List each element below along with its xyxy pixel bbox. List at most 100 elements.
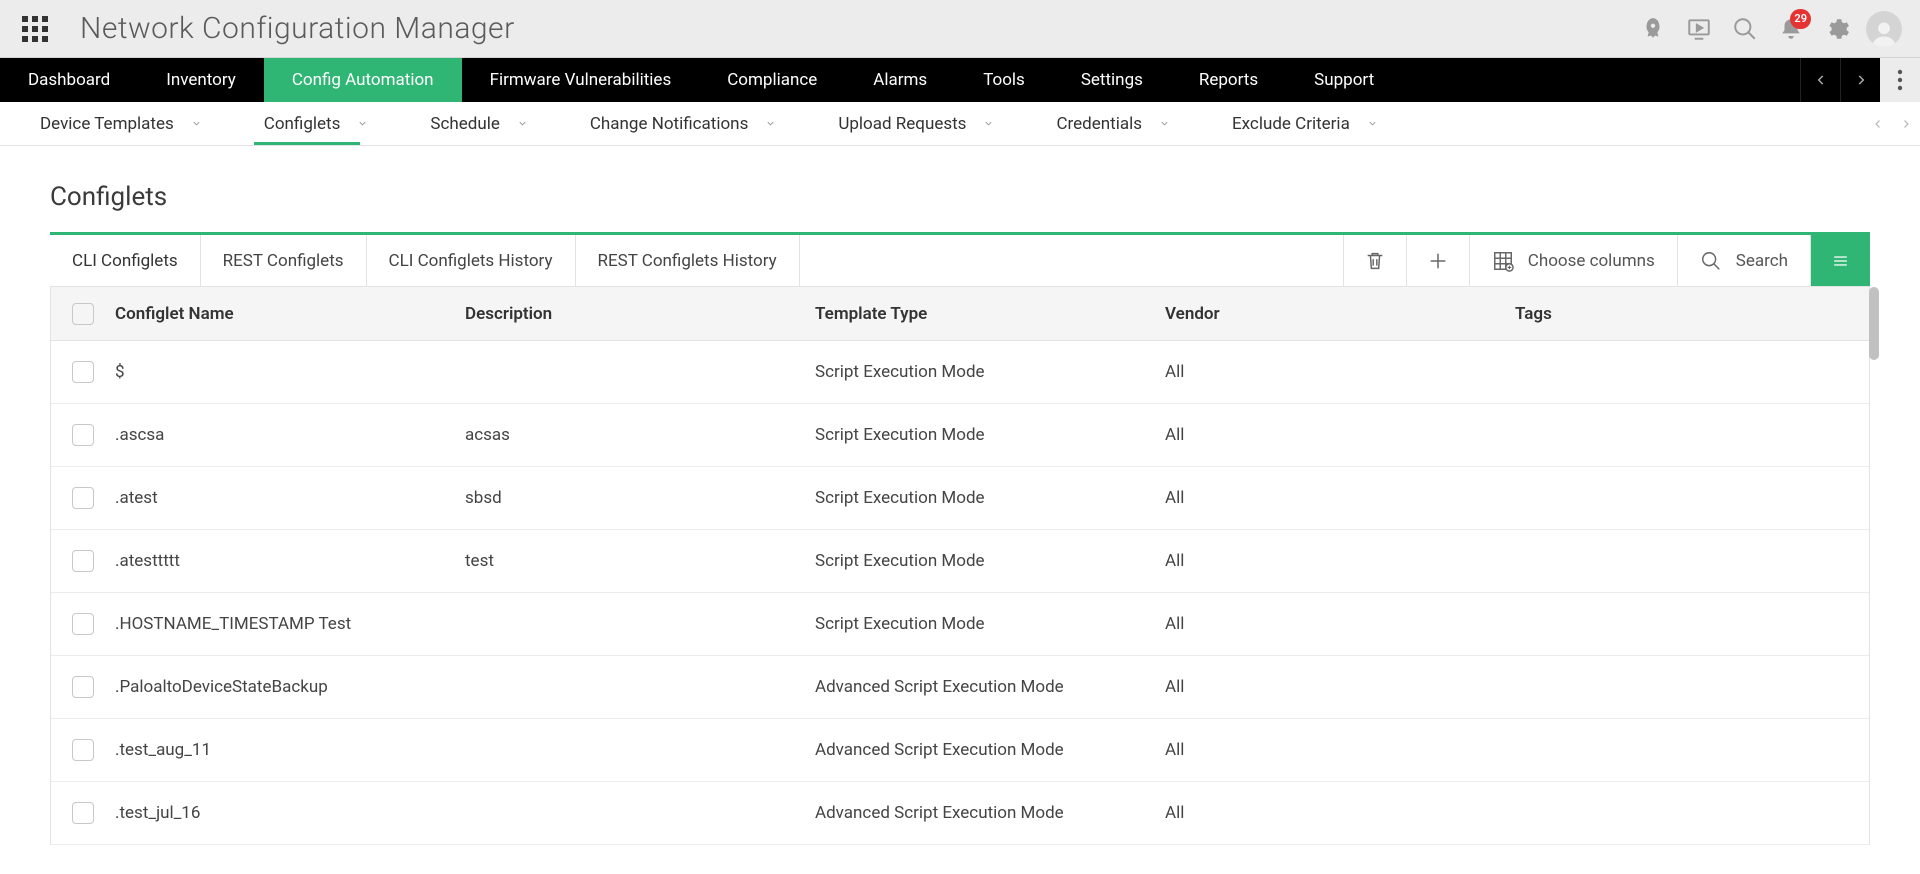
search-label: Search: [1736, 251, 1788, 271]
tab-rest-configlets-history[interactable]: REST Configlets History: [576, 235, 799, 286]
column-vendor[interactable]: Vendor: [1165, 304, 1515, 324]
nav-config-automation[interactable]: Config Automation: [264, 58, 462, 102]
cell-template-type: Script Execution Mode: [815, 362, 1165, 382]
scrollbar-thumb[interactable]: [1869, 287, 1879, 360]
cell-name: .test_jul_16: [115, 803, 465, 823]
main-nav: DashboardInventoryConfig AutomationFirmw…: [0, 58, 1920, 102]
nav-reports[interactable]: Reports: [1171, 58, 1286, 102]
cell-name: $: [115, 362, 465, 382]
cell-description: acsas: [465, 425, 815, 445]
content: Configlets CLI ConfigletsREST Configlets…: [0, 146, 1920, 845]
nav-compliance[interactable]: Compliance: [699, 58, 845, 102]
chevron-down-icon: [983, 114, 994, 134]
app-title: Network Configuration Manager: [80, 11, 515, 46]
menu-toggle-button[interactable]: [1810, 235, 1870, 286]
nav-settings[interactable]: Settings: [1053, 58, 1171, 102]
select-all-checkbox[interactable]: [72, 303, 94, 325]
cell-template-type: Script Execution Mode: [815, 488, 1165, 508]
avatar[interactable]: [1866, 11, 1902, 47]
table-row[interactable]: .test_jul_16Advanced Script Execution Mo…: [51, 782, 1869, 845]
row-checkbox[interactable]: [72, 424, 94, 446]
cell-name: .test_aug_11: [115, 740, 465, 760]
cell-vendor: All: [1165, 488, 1515, 508]
add-button[interactable]: [1406, 235, 1469, 286]
row-checkbox[interactable]: [72, 550, 94, 572]
row-checkbox[interactable]: [72, 676, 94, 698]
subnav-credentials[interactable]: Credentials: [1016, 102, 1192, 145]
column-template-type[interactable]: Template Type: [815, 304, 1165, 324]
cell-description: test: [465, 551, 815, 571]
subnav-device-templates[interactable]: Device Templates: [0, 102, 224, 145]
row-checkbox[interactable]: [72, 739, 94, 761]
nav-more-icon[interactable]: [1880, 58, 1920, 102]
subnav-configlets[interactable]: Configlets: [224, 102, 391, 145]
table-row[interactable]: .atestsbsdScript Execution ModeAll: [51, 467, 1869, 530]
subnav-scroll-left[interactable]: [1864, 102, 1892, 146]
delete-button[interactable]: [1343, 235, 1406, 286]
page-title: Configlets: [50, 182, 1870, 212]
cell-vendor: All: [1165, 677, 1515, 697]
row-checkbox[interactable]: [72, 361, 94, 383]
nav-alarms[interactable]: Alarms: [845, 58, 955, 102]
table-row[interactable]: $ Script Execution ModeAll: [51, 341, 1869, 404]
subnav-change-notifications[interactable]: Change Notifications: [550, 102, 798, 145]
nav-tools[interactable]: Tools: [955, 58, 1053, 102]
nav-scroll-right[interactable]: [1840, 58, 1880, 102]
search-button[interactable]: Search: [1677, 235, 1810, 286]
choose-columns-label: Choose columns: [1528, 251, 1655, 271]
subnav-scroll-right[interactable]: [1892, 102, 1920, 146]
nav-support[interactable]: Support: [1286, 58, 1402, 102]
tab-cli-configlets-history[interactable]: CLI Configlets History: [367, 235, 576, 286]
cell-vendor: All: [1165, 803, 1515, 823]
rocket-icon[interactable]: [1630, 6, 1676, 52]
cell-template-type: Script Execution Mode: [815, 614, 1165, 634]
monitor-play-icon[interactable]: [1676, 6, 1722, 52]
chevron-down-icon: [191, 114, 202, 134]
table-row[interactable]: .HOSTNAME_TIMESTAMP Test Script Execution…: [51, 593, 1869, 656]
table-row[interactable]: .atesttttttestScript Execution ModeAll: [51, 530, 1869, 593]
search-icon[interactable]: [1722, 6, 1768, 52]
table-row[interactable]: .ascsaacsasScript Execution ModeAll: [51, 404, 1869, 467]
nav-firmware-vulnerabilities[interactable]: Firmware Vulnerabilities: [462, 58, 700, 102]
row-checkbox[interactable]: [72, 487, 94, 509]
column-description[interactable]: Description: [465, 304, 815, 324]
chevron-down-icon: [765, 114, 776, 134]
table-row[interactable]: .test_aug_11Advanced Script Execution Mo…: [51, 719, 1869, 782]
row-checkbox[interactable]: [72, 613, 94, 635]
cell-vendor: All: [1165, 614, 1515, 634]
apps-grid-icon[interactable]: [22, 16, 48, 42]
bell-icon[interactable]: 29: [1768, 6, 1814, 52]
chevron-down-icon: [1367, 114, 1378, 134]
configlets-table: Configlet Name Description Template Type…: [50, 287, 1870, 845]
cell-template-type: Advanced Script Execution Mode: [815, 677, 1165, 697]
column-tags[interactable]: Tags: [1515, 304, 1869, 324]
cell-vendor: All: [1165, 362, 1515, 382]
notification-badge: 29: [1790, 9, 1811, 29]
chevron-down-icon: [357, 114, 368, 134]
subnav-schedule[interactable]: Schedule: [390, 102, 549, 145]
table-row[interactable]: .PaloaltoDeviceStateBackupAdvanced Scrip…: [51, 656, 1869, 719]
tab-cli-configlets[interactable]: CLI Configlets: [50, 235, 201, 286]
nav-inventory[interactable]: Inventory: [138, 58, 264, 102]
chevron-down-icon: [1159, 114, 1170, 134]
cell-description: sbsd: [465, 488, 815, 508]
choose-columns-button[interactable]: Choose columns: [1469, 235, 1677, 286]
chevron-down-icon: [517, 114, 528, 134]
cell-name: .ascsa: [115, 425, 465, 445]
row-checkbox[interactable]: [72, 802, 94, 824]
cell-name: .atest: [115, 488, 465, 508]
cell-vendor: All: [1165, 740, 1515, 760]
cell-vendor: All: [1165, 551, 1515, 571]
tab-rest-configlets[interactable]: REST Configlets: [201, 235, 367, 286]
nav-scroll-left[interactable]: [1800, 58, 1840, 102]
tab-toolbar: CLI ConfigletsREST ConfigletsCLI Configl…: [50, 232, 1870, 287]
subnav-upload-requests[interactable]: Upload Requests: [798, 102, 1016, 145]
column-configlet-name[interactable]: Configlet Name: [115, 304, 465, 324]
cell-vendor: All: [1165, 425, 1515, 445]
gear-icon[interactable]: [1814, 6, 1860, 52]
sub-nav: Device TemplatesConfigletsScheduleChange…: [0, 102, 1920, 146]
nav-dashboard[interactable]: Dashboard: [0, 58, 138, 102]
table-header: Configlet Name Description Template Type…: [51, 287, 1869, 341]
cell-name: .HOSTNAME_TIMESTAMP Test: [115, 614, 465, 634]
subnav-exclude-criteria[interactable]: Exclude Criteria: [1192, 102, 1400, 145]
